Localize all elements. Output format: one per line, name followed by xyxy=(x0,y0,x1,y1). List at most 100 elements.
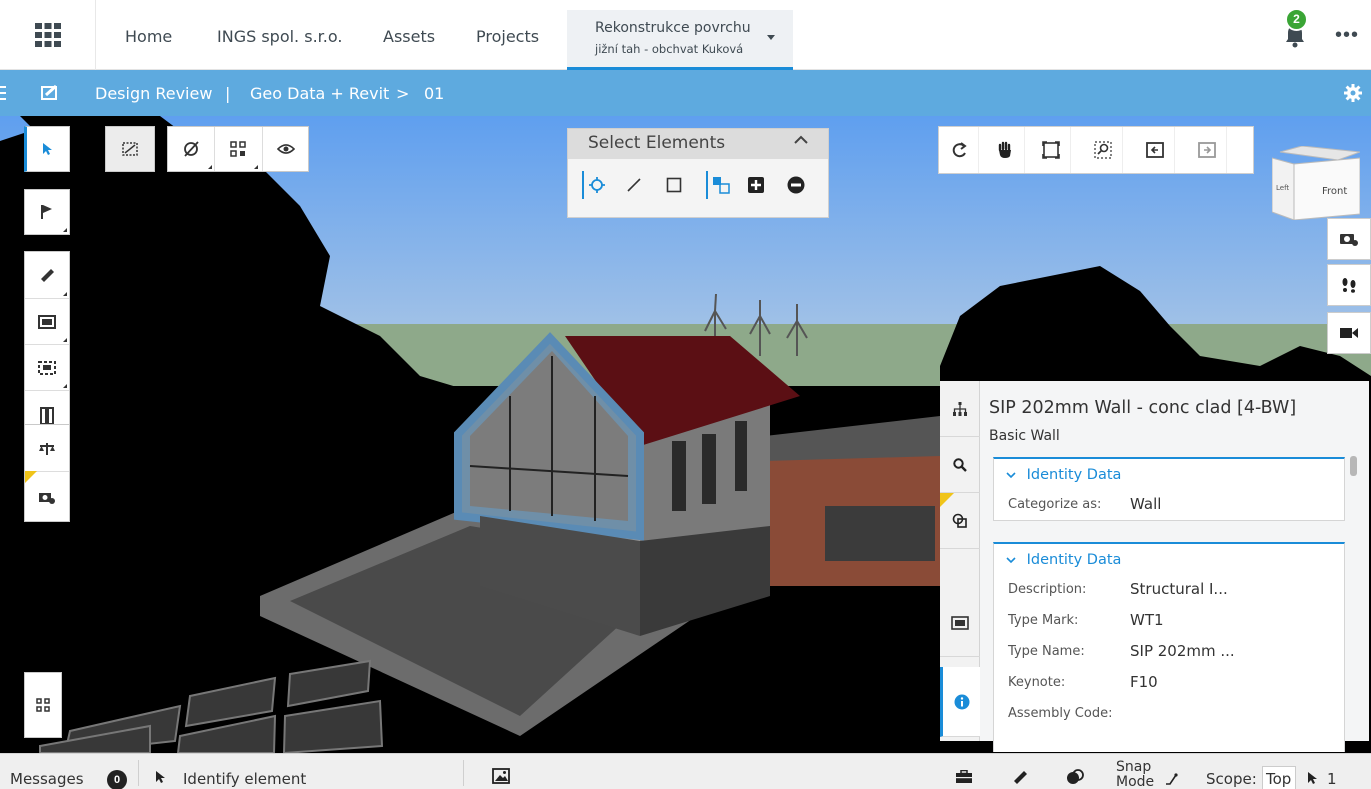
menu-handle-icon[interactable] xyxy=(0,86,7,100)
viewcube-left-label: Left xyxy=(1276,184,1289,192)
show-all-button[interactable] xyxy=(262,127,308,171)
property-key: Keynote: xyxy=(1008,675,1066,690)
orbit-button[interactable] xyxy=(939,127,979,173)
snap-mode-label[interactable]: Snap Mode xyxy=(1116,760,1160,789)
review-icon[interactable] xyxy=(40,83,60,103)
replace-selection-button[interactable] xyxy=(706,171,734,199)
messages-label[interactable]: Messages xyxy=(10,770,84,788)
previous-view-button[interactable] xyxy=(1135,127,1175,173)
nav-projects-link[interactable]: Projects xyxy=(476,0,539,70)
zoom-window-icon xyxy=(1093,141,1112,159)
snap-icon[interactable] xyxy=(1164,772,1180,786)
chevron-up-icon[interactable] xyxy=(794,135,808,145)
property-row: Keynote: F10 xyxy=(994,667,1344,698)
property-key: Assembly Code: xyxy=(1008,706,1113,721)
remove-selection-button[interactable] xyxy=(782,171,810,199)
property-value: WT1 xyxy=(1130,611,1164,629)
section-box-icon xyxy=(38,314,56,329)
search-icon xyxy=(953,457,967,472)
flag-icon xyxy=(41,205,52,219)
section-header[interactable]: Identity Data xyxy=(994,459,1344,489)
nav-assets-link[interactable]: Assets xyxy=(383,0,435,70)
screenshot-button[interactable] xyxy=(1327,218,1371,260)
notification-badge: 2 xyxy=(1285,8,1308,31)
section-header[interactable]: Identity Data xyxy=(994,544,1344,574)
zoom-window-button[interactable] xyxy=(1083,127,1123,173)
section-plane-button[interactable] xyxy=(25,344,69,390)
camera-view-button[interactable] xyxy=(1327,312,1371,354)
tab-search[interactable] xyxy=(940,437,980,493)
briefcase-icon[interactable] xyxy=(955,770,973,784)
element-subtitle: Basic Wall xyxy=(989,428,1060,444)
navigation-toolbar xyxy=(938,126,1254,174)
hand-icon xyxy=(998,141,1011,158)
viewcube-front-label: Front xyxy=(1322,186,1347,197)
measure-button[interactable] xyxy=(25,252,69,298)
marker-corner-icon xyxy=(940,493,954,507)
select-pointer-button[interactable] xyxy=(24,126,70,172)
scope-select[interactable]: Top xyxy=(1262,766,1296,789)
section-box-button[interactable] xyxy=(25,298,69,344)
project-title: Rekonstrukce povrchu xyxy=(595,20,751,36)
property-key: Description: xyxy=(1008,582,1087,597)
gear-icon[interactable] xyxy=(1343,83,1363,103)
tab-views[interactable] xyxy=(940,589,980,657)
zoom-extents-button[interactable] xyxy=(1031,127,1071,173)
line-icon xyxy=(627,178,641,192)
breadcrumb-view[interactable]: 01 xyxy=(424,84,444,103)
property-row: Type Name: SIP 202mm ... xyxy=(994,636,1344,667)
clip-icon xyxy=(40,406,54,425)
line-select-button[interactable] xyxy=(620,171,648,199)
fit-view-icon xyxy=(1041,141,1060,159)
section-title: Identity Data xyxy=(1026,552,1122,568)
breadcrumb-app[interactable]: Design Review xyxy=(95,84,212,103)
chevron-down-icon xyxy=(1006,472,1016,479)
minus-circle-icon xyxy=(787,176,805,194)
more-menu-icon[interactable]: ••• xyxy=(1335,24,1359,47)
add-selection-button[interactable] xyxy=(742,171,770,199)
hierarchy-icon xyxy=(36,698,50,712)
markup-flag-button[interactable] xyxy=(24,189,70,235)
ar-objects-icon[interactable] xyxy=(1066,769,1084,785)
point-select-button[interactable] xyxy=(582,171,610,199)
chevron-down-icon xyxy=(1006,557,1016,564)
ruler-icon[interactable] xyxy=(1012,769,1028,785)
tab-properties[interactable] xyxy=(940,667,980,737)
box-select-icon xyxy=(122,142,138,156)
eye-icon xyxy=(276,144,295,154)
crosshair-icon xyxy=(589,177,605,193)
rect-select-button[interactable] xyxy=(660,171,688,199)
property-row: Description: Structural I... xyxy=(994,574,1344,605)
box-select-button[interactable] xyxy=(105,126,155,172)
walk-mode-button[interactable] xyxy=(1327,264,1371,306)
pointer-icon xyxy=(156,771,165,783)
camera-pin-icon xyxy=(39,492,55,504)
pan-button[interactable] xyxy=(985,127,1025,173)
project-selector[interactable]: Rekonstrukce povrchu jižní tah - obchvat… xyxy=(567,10,793,70)
element-title: SIP 202mm Wall - conc clad [4-BW] xyxy=(989,398,1297,418)
plus-square-icon xyxy=(748,177,764,193)
replace-selection-icon xyxy=(713,177,730,194)
isolate-button[interactable] xyxy=(214,127,260,171)
rectangle-icon xyxy=(666,177,682,193)
scope-label: Scope: xyxy=(1206,770,1257,788)
properties-scrollbar[interactable] xyxy=(1350,456,1357,476)
property-value: Structural I... xyxy=(1130,580,1228,598)
next-view-button[interactable] xyxy=(1187,127,1227,173)
compare-button[interactable] xyxy=(25,427,69,471)
select-elements-header[interactable]: Select Elements xyxy=(568,129,828,159)
top-navigation: Home INGS spol. s.r.o. Assets Projects R… xyxy=(0,0,1371,70)
breadcrumb-model[interactable]: Geo Data + Revit xyxy=(250,84,389,103)
breadcrumb: Design Review | Geo Data + Revit > 01 xyxy=(0,70,1371,116)
tab-hierarchy[interactable] xyxy=(940,381,980,437)
view-cube[interactable]: Left Front xyxy=(1272,146,1360,220)
model-tree-button[interactable] xyxy=(24,672,62,738)
image-icon[interactable] xyxy=(492,768,510,784)
scale-icon xyxy=(39,443,55,455)
ruler-icon xyxy=(41,269,54,282)
hide-button[interactable] xyxy=(168,127,214,171)
nav-home-link[interactable]: Home xyxy=(125,0,172,70)
app-launcher-icon[interactable] xyxy=(0,0,96,70)
orbit-icon xyxy=(952,142,967,158)
nav-company-link[interactable]: INGS spol. s.r.o. xyxy=(217,0,342,70)
